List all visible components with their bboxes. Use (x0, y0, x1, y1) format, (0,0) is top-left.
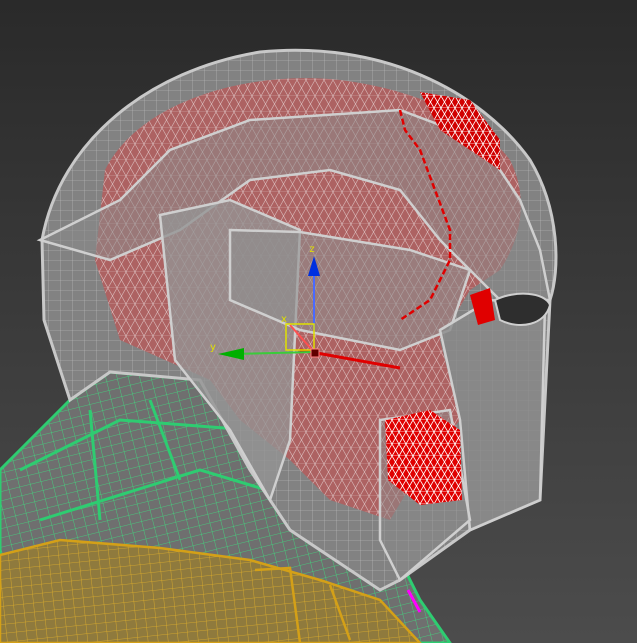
3d-viewport[interactable]: z y x (0, 0, 637, 643)
gizmo-pivot[interactable] (310, 348, 320, 358)
gizmo-z-label: z (309, 244, 314, 255)
gizmo-x-label: x (281, 314, 287, 325)
gizmo-y-label: y (210, 342, 216, 353)
